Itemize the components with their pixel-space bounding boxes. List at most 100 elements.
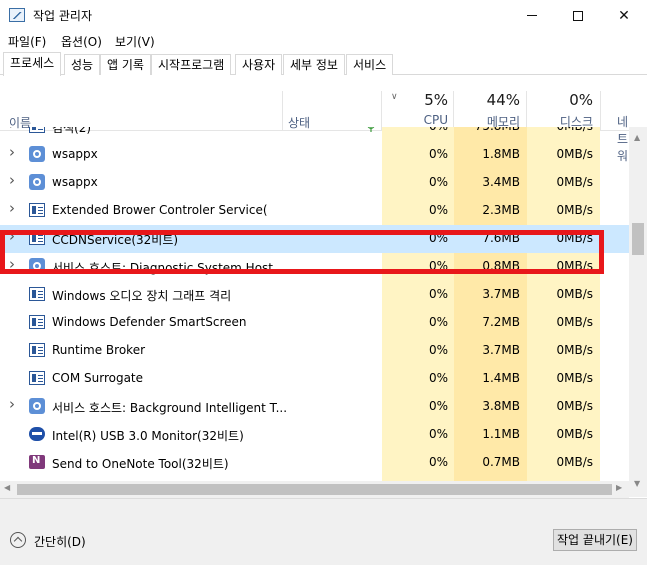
tab-startup[interactable]: 시작프로그램 (151, 54, 232, 75)
maximize-icon (573, 10, 583, 21)
process-row[interactable]: Windows Defender SmartScreen 0% 7.2MB 0MB/s (0, 309, 629, 337)
memory-total[interactable]: 44% (454, 91, 520, 109)
window-icon (29, 315, 45, 329)
process-name: Send to OneNote Tool(32비트) (52, 457, 229, 471)
process-name: Extended Brower Controler Service( (52, 203, 268, 217)
column-divider[interactable] (282, 91, 283, 131)
disk-value: 0MB/s (556, 371, 593, 385)
window-icon (29, 203, 45, 217)
tab-processes[interactable]: 프로세스 (3, 52, 62, 76)
menu-file[interactable]: 파일(F) (8, 33, 46, 50)
tab-services[interactable]: 서비스 (346, 54, 394, 75)
process-name: wsappx (52, 175, 98, 189)
collapse-link[interactable]: 간단히(D) (34, 533, 86, 550)
footer-bar: 간단히(D) 작업 끝내기(E) (0, 498, 647, 565)
process-row[interactable]: › wsappx 0% 3.4MB 0MB/s (0, 169, 629, 197)
process-name: COM Surrogate (52, 371, 144, 385)
menu-options[interactable]: 옵션(O) (61, 33, 102, 50)
column-cpu[interactable]: CPU (382, 113, 448, 127)
scroll-left-icon[interactable]: ◀ (4, 483, 10, 492)
disk-value: 0MB/s (527, 127, 593, 133)
menu-view[interactable]: 보기(V) (115, 33, 155, 50)
expand-chevron-icon[interactable]: › (9, 127, 15, 133)
process-row[interactable]: › wsappx 0% 1.8MB 0MB/s (0, 141, 629, 169)
disk-value: 0MB/s (556, 287, 593, 301)
expand-chevron-icon[interactable]: › (9, 143, 15, 161)
minimize-button[interactable] (509, 0, 555, 31)
cpu-value: 0% (428, 427, 448, 441)
disk-value: 0MB/s (556, 175, 593, 189)
process-name: 서비스 호스트: Background Intelligent T... (52, 401, 288, 415)
memory-value: 7.2MB (482, 315, 520, 329)
tab-users[interactable]: 사용자 (235, 54, 283, 75)
maximize-button[interactable] (555, 0, 601, 31)
process-list[interactable]: › 검색(2) 0% 75.8MB 0MB/s › wsappx 0% 1.8MB 0MB/s › w… (0, 127, 629, 497)
memory-value: 0.7MB (482, 455, 520, 469)
window-icon (29, 343, 45, 357)
process-row[interactable]: Send to OneNote Tool(32비트) 0% 0.7MB 0MB/s (0, 449, 629, 477)
cpu-value: 0% (428, 399, 448, 413)
scroll-thumb[interactable] (632, 223, 644, 255)
cpu-total[interactable]: 5% (382, 91, 448, 109)
close-button[interactable]: ✕ (601, 0, 647, 31)
cpu-value: 0% (428, 455, 448, 469)
cpu-value: 0% (428, 315, 448, 329)
cpu-value: 0% (428, 343, 448, 357)
process-row[interactable]: › 검색(2) 0% 75.8MB 0MB/s (0, 127, 629, 141)
close-icon: ✕ (618, 7, 630, 24)
window-title: 작업 관리자 (33, 9, 93, 23)
gear-icon (29, 146, 45, 162)
gear-icon (29, 398, 45, 414)
horizontal-scrollbar[interactable]: ◀ ▶ (0, 481, 629, 498)
usb-icon (29, 427, 45, 441)
scroll-right-icon[interactable]: ▶ (616, 483, 622, 492)
cpu-value: 0% (428, 147, 448, 161)
tab-bar: 프로세스 성능 앱 기록 시작프로그램 사용자 세부 정보 서비스 (0, 52, 647, 76)
memory-value: 3.7MB (482, 287, 520, 301)
expand-chevron-icon[interactable]: › (9, 395, 15, 413)
memory-value: 3.8MB (482, 399, 520, 413)
window-icon (29, 371, 45, 385)
end-task-button[interactable]: 작업 끝내기(E) (553, 529, 637, 551)
process-name: wsappx (52, 147, 98, 161)
tab-performance[interactable]: 성능 (64, 54, 101, 75)
memory-value: 3.7MB (482, 343, 520, 357)
process-row[interactable]: › 서비스 호스트: Background Intelligent T... 0% 3… (0, 393, 629, 421)
collapse-icon[interactable] (10, 532, 26, 548)
disk-value: 0MB/s (556, 427, 593, 441)
scroll-thumb-horizontal[interactable] (17, 484, 612, 495)
vertical-scrollbar[interactable]: ▲ ▼ (629, 127, 647, 497)
expand-chevron-icon[interactable]: › (9, 199, 15, 217)
minimize-icon (527, 15, 537, 16)
window-icon (29, 127, 45, 133)
process-row[interactable]: Intel(R) USB 3.0 Monitor(32비트) 0% 1.1MB 0MB… (0, 421, 629, 449)
process-name: Windows Defender SmartScreen (52, 315, 247, 329)
scroll-up-icon[interactable]: ▲ (634, 133, 640, 142)
onenote-icon (29, 455, 45, 469)
scroll-down-icon[interactable]: ▼ (634, 479, 640, 488)
process-name: Runtime Broker (52, 343, 146, 357)
title-bar: 작업 관리자 ✕ (0, 0, 647, 31)
column-divider[interactable] (600, 91, 601, 131)
task-manager-icon (9, 8, 25, 22)
expand-chevron-icon[interactable]: › (9, 171, 15, 189)
window-icon (29, 287, 45, 301)
disk-total[interactable]: 0% (527, 91, 593, 109)
memory-value: 1.8MB (482, 147, 520, 161)
cpu-value: 0% (382, 127, 448, 133)
highlight-box (0, 230, 604, 274)
tab-details[interactable]: 세부 정보 (283, 54, 345, 75)
disk-value: 0MB/s (556, 203, 593, 217)
process-row[interactable]: Windows 오디오 장치 그래프 격리 0% 3.7MB 0MB/s (0, 281, 629, 309)
memory-value: 1.4MB (482, 371, 520, 385)
process-row[interactable]: Runtime Broker 0% 3.7MB 0MB/s (0, 337, 629, 365)
tab-app-history[interactable]: 앱 기록 (100, 54, 151, 75)
process-row[interactable]: › Extended Brower Controler Service(0% 2.3… (0, 197, 629, 225)
cpu-value: 0% (428, 371, 448, 385)
process-row[interactable]: COM Surrogate 0% 1.4MB 0MB/s (0, 365, 629, 393)
cpu-value: 0% (428, 287, 448, 301)
suspended-leaf-icon (367, 127, 375, 132)
menu-bar: 파일(F) 옵션(O) 보기(V) (0, 31, 647, 51)
process-name: Windows 오디오 장치 그래프 격리 (52, 289, 232, 303)
process-name: Intel(R) USB 3.0 Monitor(32비트) (52, 429, 244, 443)
